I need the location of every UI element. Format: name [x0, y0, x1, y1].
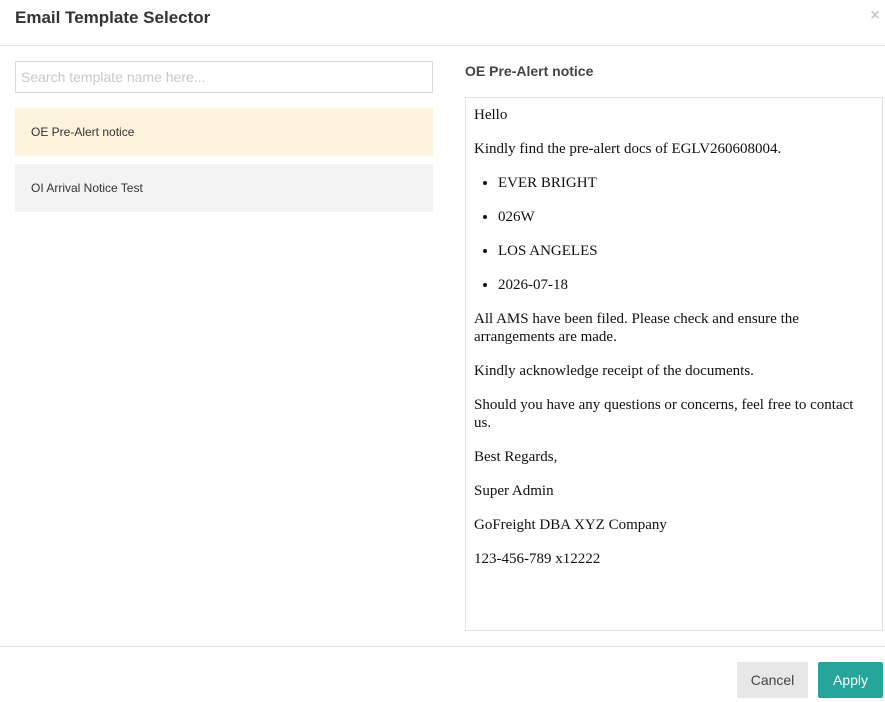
template-item-oe-pre-alert[interactable]: OE Pre-Alert notice — [15, 108, 433, 156]
modal-footer: Cancel Apply — [0, 646, 885, 702]
preview-content: Hello Kindly find the pre-alert docs of … — [465, 97, 883, 631]
email-template-selector-modal: Email Template Selector × OE Pre-Alert n… — [0, 0, 885, 702]
list-item: LOS ANGELES — [498, 242, 874, 260]
preview-title: OE Pre-Alert notice — [465, 63, 594, 79]
list-item: 026W — [498, 208, 874, 226]
template-list-pane: OE Pre-Alert notice OI Arrival Notice Te… — [15, 61, 433, 212]
template-list: OE Pre-Alert notice OI Arrival Notice Te… — [15, 108, 433, 220]
search-input[interactable] — [15, 61, 433, 93]
preview-line-ams: All AMS have been filed. Please check an… — [474, 311, 799, 345]
preview-intro: Kindly find the pre-alert docs of EGLV26… — [474, 141, 782, 157]
list-item: EVER BRIGHT — [498, 174, 874, 192]
preview-line-acknowledge: Kindly acknowledge receipt of the docume… — [474, 363, 754, 379]
cancel-button[interactable]: Cancel — [737, 662, 808, 698]
preview-closing: Best Regards, — [474, 449, 558, 465]
template-preview-pane: OE Pre-Alert notice Hello Kindly find th… — [465, 61, 883, 631]
list-item: 2026-07-18 — [498, 276, 874, 294]
preview-bullet-list: EVER BRIGHT 026W LOS ANGELES 2026-07-18 — [474, 174, 874, 294]
preview-greeting: Hello — [474, 107, 508, 123]
preview-company: GoFreight DBA XYZ Company — [474, 517, 667, 533]
modal-title: Email Template Selector — [15, 8, 211, 27]
preview-signer: Super Admin — [474, 483, 554, 499]
modal-header: Email Template Selector × — [0, 0, 885, 46]
apply-button[interactable]: Apply — [818, 662, 883, 698]
preview-phone: 123-456-789 x12222 — [474, 551, 601, 567]
preview-line-questions: Should you have any questions or concern… — [474, 397, 854, 431]
close-icon[interactable]: × — [868, 8, 882, 24]
template-item-oi-arrival-notice[interactable]: OI Arrival Notice Test — [15, 164, 433, 212]
